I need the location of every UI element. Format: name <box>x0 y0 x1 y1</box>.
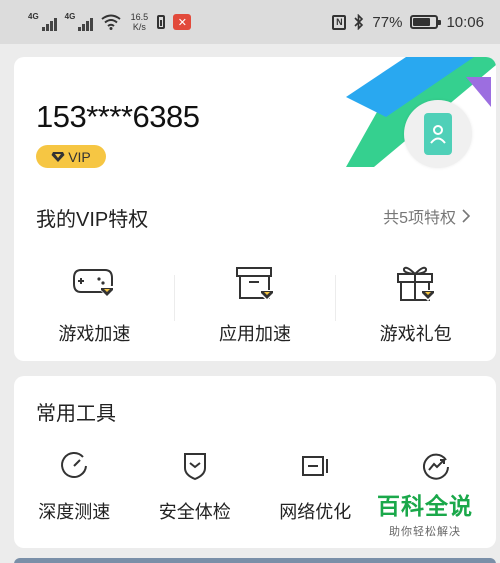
network-optimize-icon <box>302 456 329 476</box>
speedometer-icon <box>61 452 88 478</box>
shield-icon <box>183 453 206 481</box>
vip-badge-label: VIP <box>68 148 91 165</box>
vip-privileges-title: 我的VIP特权 <box>36 209 149 231</box>
gamepad-icon <box>73 269 116 297</box>
sim1-signal-icon: 4G <box>28 13 57 31</box>
speed-test-label: 深度测速 <box>38 502 111 522</box>
bluetooth-icon <box>354 14 364 30</box>
sim2-network-type: 4G <box>64 12 76 21</box>
clock: 10:06 <box>446 13 484 31</box>
watermark: 百科全说 助你轻松解决 <box>366 487 484 539</box>
diamond-icon <box>51 151 65 162</box>
wifi-icon <box>101 14 121 30</box>
status-bar: 4G 4G 16.5 K/s ✕ N 77% 10:06 <box>0 0 500 44</box>
game-boost-item[interactable]: 游戏加速 <box>14 257 175 347</box>
view-all-privileges-link[interactable]: 共5项特权 <box>383 204 470 228</box>
network-speed-value: 16.5 <box>130 12 149 22</box>
battery-percent: 77% <box>372 13 403 31</box>
security-check-label: 安全体检 <box>158 502 231 522</box>
chevron-right-icon <box>462 209 470 223</box>
vip-card: 153****6385 VIP 我的VIP特权 共5项特权 游戏加速 应用加速 … <box>14 57 496 361</box>
app-boost-item[interactable]: 应用加速 <box>175 257 336 347</box>
sim2-signal-icon: 4G <box>65 13 94 31</box>
notification-app-icon: ✕ <box>173 14 192 30</box>
avatar[interactable] <box>404 100 472 168</box>
game-gift-item[interactable]: 游戏礼包 <box>335 257 496 347</box>
gift-icon <box>396 266 436 301</box>
common-tools-title: 常用工具 <box>36 403 116 425</box>
watermark-subtitle: 助你轻松解决 <box>389 526 461 538</box>
game-gift-label: 游戏礼包 <box>379 324 452 344</box>
phone-number: 153****6385 <box>36 99 200 134</box>
speed-test-item[interactable]: 深度测速 <box>14 450 135 524</box>
view-all-privileges-label: 共5项特权 <box>383 210 456 227</box>
vip-privileges-grid: 游戏加速 应用加速 游戏礼包 <box>14 257 496 347</box>
bottom-banner[interactable] <box>14 558 496 563</box>
nfc-icon: N <box>332 14 347 30</box>
battery-icon <box>410 15 442 29</box>
user-avatar-icon <box>424 113 452 155</box>
network-optimize-label: 网络优化 <box>279 502 352 522</box>
security-check-item[interactable]: 安全体检 <box>135 450 256 524</box>
network-speed-unit: K/s <box>132 22 146 32</box>
vip-badge[interactable]: VIP <box>36 145 106 168</box>
watermark-title: 百科全说 <box>377 493 473 519</box>
storage-icon <box>157 15 166 29</box>
app-boost-label: 应用加速 <box>219 324 291 344</box>
game-boost-label: 游戏加速 <box>58 324 131 344</box>
sim1-network-type: 4G <box>28 12 39 21</box>
network-optimize-item[interactable]: 网络优化 <box>255 450 376 524</box>
app-box-icon <box>236 267 275 301</box>
network-speed: 16.5 K/s <box>129 12 149 32</box>
trend-icon <box>422 453 449 480</box>
